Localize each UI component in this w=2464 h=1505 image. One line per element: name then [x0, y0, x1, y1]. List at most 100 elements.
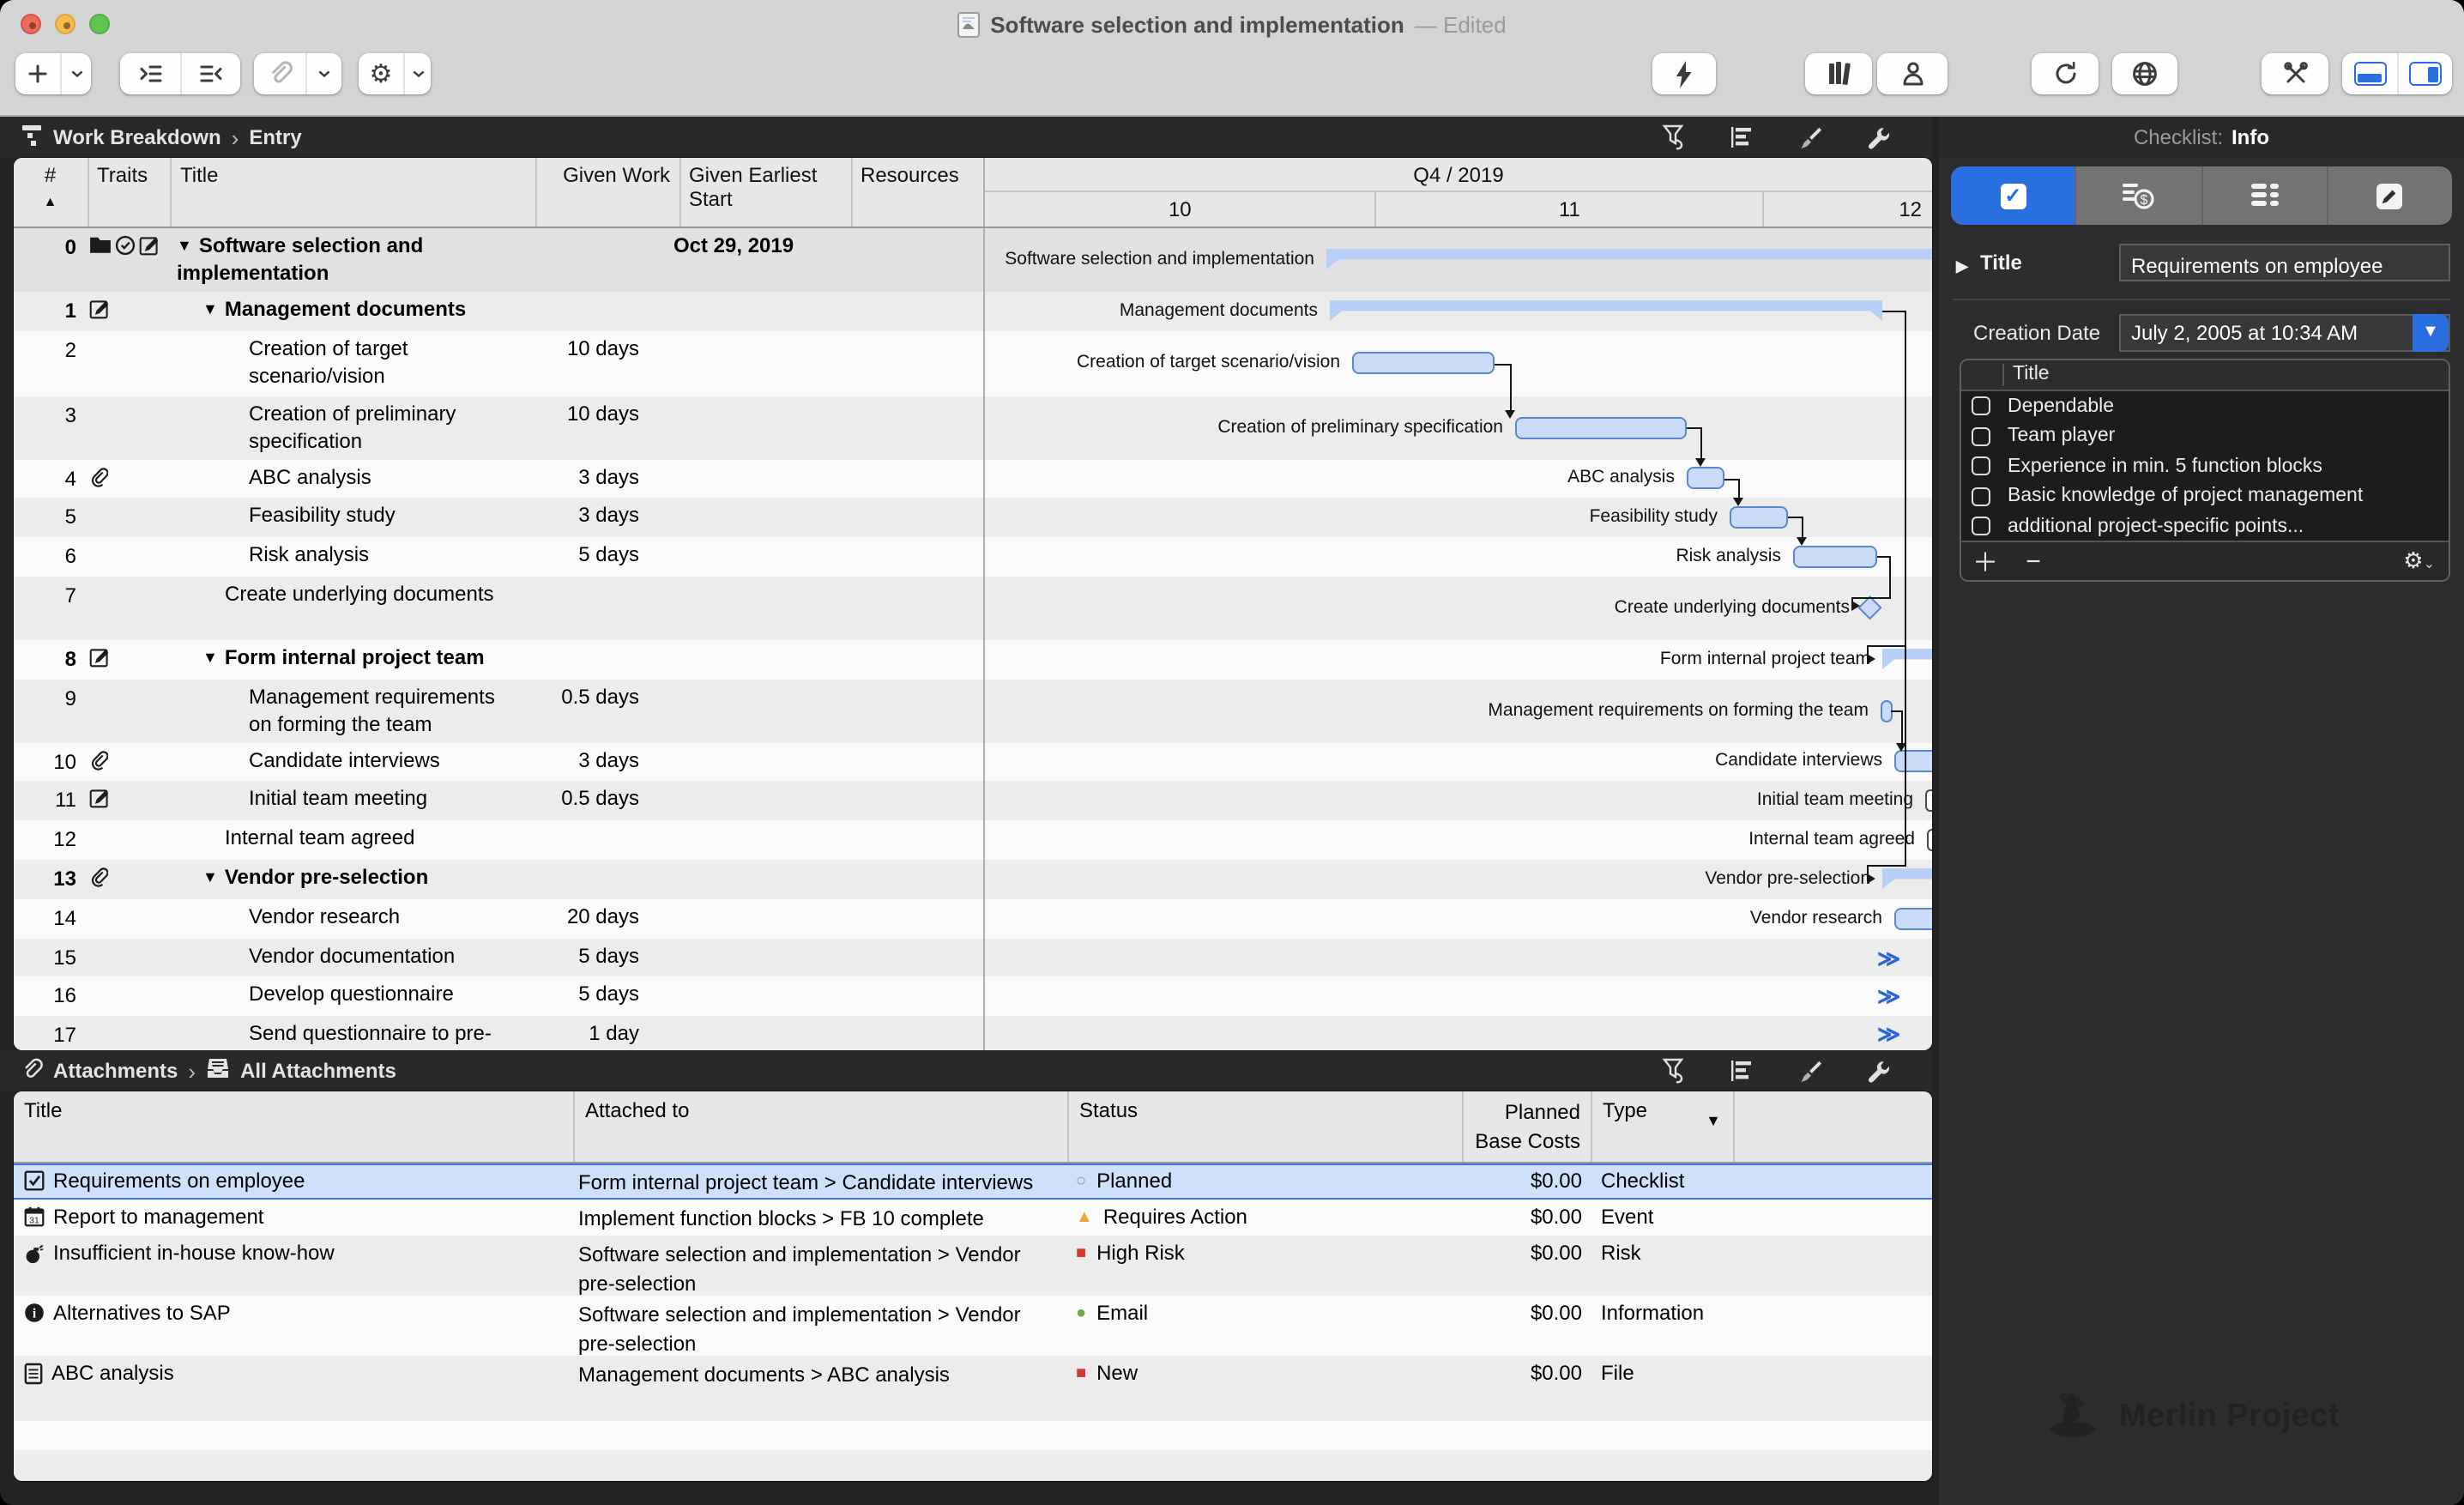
chevron-down-button[interactable]: [60, 53, 91, 94]
gantt-offscreen-indicator[interactable]: ≫: [1877, 985, 1900, 1007]
clip-icon[interactable]: [88, 867, 107, 898]
row-title[interactable]: ABC analysis: [172, 459, 523, 497]
network-button[interactable]: [2112, 53, 2177, 94]
lightning-button[interactable]: [1652, 53, 1716, 94]
gantt-task-bar[interactable]: [1894, 907, 1932, 929]
add-item-button[interactable]: ＋: [1961, 543, 2009, 579]
row-title[interactable]: Creation of preliminary specification: [172, 396, 523, 459]
sync-button[interactable]: [2032, 53, 2099, 94]
toolbar-group-plus[interactable]: [15, 53, 91, 94]
row-title[interactable]: Vendor documentation: [172, 938, 523, 976]
attachment-row[interactable]: ABC analysisManagement documents > ABC a…: [14, 1355, 1932, 1390]
row-title[interactable]: Creation of target scenario/vision: [172, 330, 523, 396]
clip-icon[interactable]: [88, 467, 107, 497]
row-title[interactable]: ▼Software selection and implementation: [172, 227, 523, 291]
remove-item-button[interactable]: −: [2009, 547, 2057, 576]
paperclip-button[interactable]: [254, 53, 305, 94]
checklist-column-header[interactable]: Title: [1961, 360, 2449, 391]
chevron-down-button[interactable]: [305, 53, 341, 94]
col-header-attached-to[interactable]: Attached to: [575, 1091, 1069, 1162]
outdent-button[interactable]: [180, 53, 240, 94]
checklist-item[interactable]: Basic knowledge of project management: [1961, 481, 2449, 511]
gantt-task-bar[interactable]: [1730, 505, 1788, 528]
col-header-given-work[interactable]: Given Work: [537, 157, 680, 226]
timeline-header[interactable]: Q4 / 2019 101112: [983, 157, 1932, 226]
col-header-number[interactable]: # ▲: [14, 157, 88, 226]
row-title[interactable]: Initial team meeting: [172, 780, 523, 819]
collapse-icon[interactable]: ▼: [202, 300, 218, 320]
gantt-milestone-diamond[interactable]: [1858, 595, 1881, 619]
checkbox[interactable]: [1972, 427, 1990, 446]
toolbar-group-indent[interactable]: [120, 53, 240, 94]
row-title[interactable]: Risk analysis: [172, 536, 523, 576]
style-icon[interactable]: [1798, 124, 1822, 150]
gantt-summary-bar[interactable]: [1330, 300, 1882, 321]
toolbar-group-gear[interactable]: ⚙: [359, 53, 431, 94]
col-header-given-earliest-start[interactable]: Given Earliest Start: [680, 157, 852, 226]
table-row-3[interactable]: 3Creation of preliminary specification10…: [14, 396, 983, 459]
inspector-checklist-tab[interactable]: ✓: [1951, 166, 2075, 225]
inspector-costs-tab[interactable]: $: [2075, 166, 2201, 225]
table-row-15[interactable]: 15Vendor documentation5 days: [14, 938, 983, 976]
indent-button[interactable]: [120, 53, 180, 94]
edit-icon[interactable]: [88, 788, 109, 819]
table-row-12[interactable]: 12Internal team agreed: [14, 819, 983, 859]
table-row-7[interactable]: 7Create underlying documents: [14, 576, 983, 639]
table-row-0[interactable]: 0▼Software selection and implementationO…: [14, 227, 983, 291]
gantt-task-bar[interactable]: [1894, 750, 1932, 772]
clip-icon[interactable]: [88, 750, 107, 780]
gear-button[interactable]: ⚙: [359, 53, 403, 94]
row-title[interactable]: Internal team agreed: [172, 819, 523, 859]
style-icon[interactable]: [1798, 1058, 1822, 1084]
table-row-14[interactable]: 14Vendor research20 days: [14, 898, 983, 938]
col-header-resources[interactable]: Resources: [852, 157, 983, 226]
row-title[interactable]: ▼Vendor pre-selection: [172, 859, 523, 898]
gantt-offscreen-indicator[interactable]: ≫: [1877, 1023, 1900, 1045]
checkbox[interactable]: [1972, 397, 1990, 416]
right-panel-toggle[interactable]: [2397, 53, 2452, 94]
table-row-8[interactable]: 8▼Form internal project team: [14, 639, 983, 679]
clock-icon[interactable]: [114, 235, 135, 291]
filter-icon[interactable]: [1661, 124, 1685, 151]
gantt-summary-bar[interactable]: [1326, 249, 1932, 269]
gantt-bar-partial[interactable]: [1927, 828, 1932, 850]
attachment-row[interactable]: 31Report to managementImplement function…: [14, 1199, 1932, 1235]
table-row-17[interactable]: 17Send questionnaire to pre-1 day: [14, 1015, 983, 1050]
attachment-row[interactable]: Requirements on employeeForm internal pr…: [14, 1164, 1932, 1199]
inspector-groups-tab[interactable]: [2201, 166, 2327, 225]
table-row-16[interactable]: 16Develop questionnaire5 days: [14, 976, 983, 1015]
row-title[interactable]: ▼Management documents: [172, 291, 523, 330]
checklist-actions-button[interactable]: ⚙⌄: [2403, 547, 2435, 575]
table-row-2[interactable]: 2Creation of target scenario/vision10 da…: [14, 330, 983, 396]
library-button[interactable]: [1805, 53, 1872, 94]
gantt-offscreen-indicator[interactable]: ≫: [1877, 946, 1900, 969]
toolbar-group-paperclip[interactable]: [254, 53, 341, 94]
settings-icon[interactable]: [1867, 124, 1891, 150]
col-header-title[interactable]: Title: [172, 157, 537, 226]
col-header-status[interactable]: Status: [1069, 1091, 1463, 1162]
collapse-icon[interactable]: ▼: [202, 649, 218, 668]
timeline-month-10[interactable]: 10: [985, 192, 1377, 226]
row-title[interactable]: Create underlying documents: [172, 576, 523, 639]
gantt-task-bar[interactable]: [1352, 352, 1495, 374]
date-dropdown-button[interactable]: ▼: [2413, 314, 2449, 352]
gantt-summary-bar[interactable]: [1882, 649, 1932, 669]
outline-icon[interactable]: [1730, 125, 1754, 149]
table-row-1[interactable]: 1▼Management documents: [14, 291, 983, 330]
table-row-11[interactable]: 11Initial team meeting0.5 days: [14, 780, 983, 819]
row-title[interactable]: ▼Form internal project team: [172, 639, 523, 679]
gantt-task-bar[interactable]: [1687, 467, 1724, 489]
gantt-bar-partial[interactable]: [1925, 789, 1932, 811]
creation-date-field[interactable]: July 2, 2005 at 10:34 AM ▼: [2119, 314, 2450, 352]
checklist-item[interactable]: Team player: [1961, 421, 2449, 451]
row-title[interactable]: Candidate interviews: [172, 742, 523, 780]
gantt-summary-bar[interactable]: [1882, 868, 1932, 889]
table-row-5[interactable]: 5Feasibility study3 days: [14, 497, 983, 536]
col-header-planned-base-costs[interactable]: Planned Base Costs: [1463, 1091, 1592, 1162]
col-header-traits[interactable]: Traits: [88, 157, 172, 226]
checkbox[interactable]: [1972, 487, 1990, 506]
table-row-6[interactable]: 6Risk analysis5 days: [14, 536, 983, 576]
col-header-type[interactable]: Type ▼: [1592, 1091, 1735, 1162]
outline-icon[interactable]: [1730, 1059, 1754, 1083]
table-row-13[interactable]: 13▼Vendor pre-selection: [14, 859, 983, 898]
